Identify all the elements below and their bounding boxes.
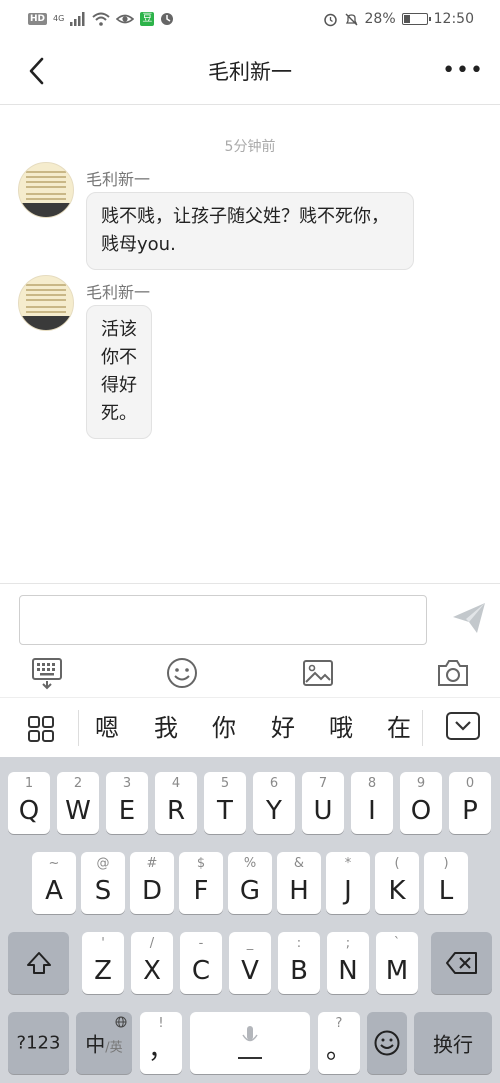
message-input[interactable] — [19, 595, 427, 645]
key-l[interactable]: ) L — [424, 852, 468, 914]
key-u[interactable]: 7U — [302, 772, 344, 834]
key-w[interactable]: 2W — [57, 772, 99, 834]
key-j[interactable]: * J — [326, 852, 370, 914]
language-switch-key[interactable]: 中/英 — [76, 1012, 132, 1074]
key-f[interactable]: $ F — [179, 852, 223, 914]
key-p[interactable]: 0P — [449, 772, 491, 834]
candidate-word[interactable]: 哦 — [323, 710, 359, 746]
image-icon[interactable] — [301, 656, 335, 690]
key-d[interactable]: # D — [130, 852, 174, 914]
symbols-key[interactable]: ?123 — [8, 1012, 69, 1074]
key-n[interactable]: ; N — [327, 932, 369, 994]
shift-key[interactable] — [8, 932, 69, 994]
page-title: 毛利新一 — [208, 60, 292, 84]
key-g[interactable]: % G — [228, 852, 272, 914]
battery-percent: 28% — [364, 11, 396, 27]
message-bubble[interactable]: 贱不贱，让孩子随父姓？贱不死你，贱母you. — [86, 192, 414, 270]
period-key[interactable]: ?。 — [318, 1012, 360, 1074]
hide-keyboard-icon[interactable] — [446, 712, 480, 740]
signal-icon — [70, 12, 85, 26]
status-bar: HD 4G 豆 28% 12:50 — [0, 0, 500, 38]
chevron-left-icon[interactable] — [24, 56, 54, 86]
network-type: 4G — [53, 14, 65, 23]
candidate-word[interactable]: 嗯 — [89, 710, 125, 746]
emoji-icon — [374, 1030, 400, 1056]
sender-name: 毛利新一 — [86, 283, 151, 302]
key-t[interactable]: 5T — [204, 772, 246, 834]
more-options-icon[interactable]: ••• — [442, 60, 484, 82]
key-b[interactable]: :B — [278, 932, 320, 994]
key-v[interactable]: _ V — [229, 932, 271, 994]
microphone-icon — [238, 1026, 262, 1059]
douban-icon: 豆 — [140, 12, 155, 26]
candidate-word[interactable]: 我 — [148, 710, 184, 746]
space-key[interactable] — [190, 1012, 310, 1074]
mute-icon — [345, 13, 358, 25]
send-icon[interactable] — [450, 599, 488, 637]
key-x[interactable]: / X — [131, 932, 173, 994]
keyboard: 1Q 2W 3E 4R 5T 6Y 7U 8I 9O 0P ~ A @ S # D $… — [0, 757, 500, 1083]
key-h[interactable]: & H — [277, 852, 321, 914]
backspace-key[interactable] — [431, 932, 492, 994]
ime-candidate-bar: 嗯 我 你 好 哦 在 — [0, 697, 500, 757]
globe-icon — [115, 1016, 127, 1028]
hd-badge: HD — [28, 13, 48, 25]
avatar[interactable] — [18, 275, 74, 331]
candidate-word[interactable]: 你 — [206, 710, 242, 746]
backspace-icon — [446, 952, 477, 974]
emoji-icon[interactable] — [165, 656, 199, 690]
key-z[interactable]: ' Z — [82, 932, 124, 994]
key-y[interactable]: 6Y — [253, 772, 295, 834]
ime-menu-icon[interactable] — [26, 714, 56, 744]
app-notification-icon — [161, 13, 174, 25]
key-s[interactable]: @ S — [81, 852, 125, 914]
alarm-icon — [323, 13, 337, 26]
key-i[interactable]: 8I — [351, 772, 393, 834]
candidate-word[interactable]: 在 — [381, 710, 417, 746]
key-r[interactable]: 4R — [155, 772, 197, 834]
battery-icon — [401, 13, 431, 25]
key-a[interactable]: ~ A — [32, 852, 76, 914]
key-o[interactable]: 9O — [400, 772, 442, 834]
key-q[interactable]: 1Q — [8, 772, 50, 834]
enter-key[interactable]: 换行 — [414, 1012, 492, 1074]
eye-icon — [116, 14, 135, 24]
key-m[interactable]: ` M — [376, 932, 418, 994]
comma-key[interactable]: !， — [140, 1012, 182, 1074]
key-c[interactable]: -C — [180, 932, 222, 994]
wifi-icon — [92, 12, 110, 26]
shift-icon — [27, 952, 51, 974]
input-bar — [0, 583, 500, 696]
keyboard-icon[interactable] — [30, 656, 64, 690]
key-k[interactable]: (K — [375, 852, 419, 914]
clock: 12:50 — [433, 11, 474, 27]
sender-name: 毛利新一 — [86, 170, 151, 189]
avatar[interactable] — [18, 162, 74, 218]
chat-header: 毛利新一 ••• — [0, 38, 500, 105]
key-e[interactable]: 3E — [106, 772, 148, 834]
emoji-key[interactable] — [367, 1012, 407, 1074]
message-timestamp: 5分钟前 — [224, 139, 276, 155]
candidate-word[interactable]: 好 — [265, 710, 301, 746]
message-bubble[interactable]: 活该你不得好死。 — [86, 305, 152, 439]
camera-icon[interactable] — [436, 656, 470, 690]
